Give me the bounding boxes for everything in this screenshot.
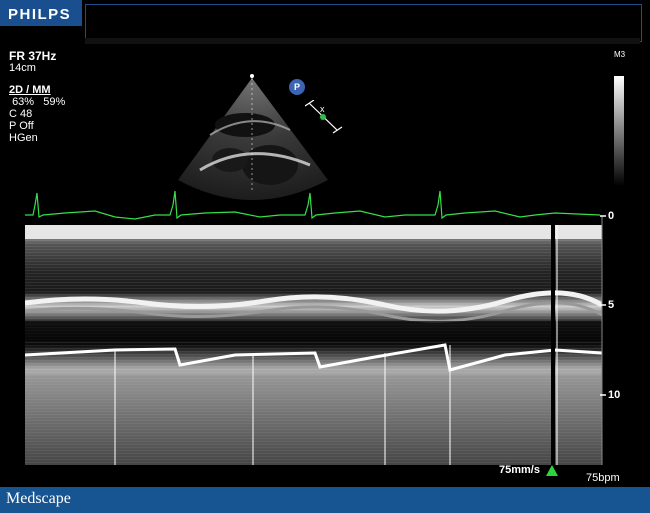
depth-label-10: 10 <box>608 389 621 401</box>
probe-badge: P <box>289 79 305 95</box>
mode: 2D / MM <box>9 84 51 96</box>
depth: 14cm <box>9 62 36 74</box>
svg-text:x: x <box>320 104 325 114</box>
depth-label-0: 0 <box>608 210 615 222</box>
imaging-parameters: FR 37Hz 14cm 2D / MM 63% 59% C 48 P Off … <box>9 50 65 144</box>
depth-label-5: 5 <box>608 299 615 311</box>
ecg-trace <box>25 190 601 220</box>
grayscale-label: M3 <box>614 50 626 59</box>
footer-bar: Medscape <box>0 487 650 513</box>
sweep-marker-icon <box>546 465 558 476</box>
m-mode-strip <box>25 225 602 465</box>
sweep-speed: 75mm/s <box>499 464 540 476</box>
header-bar: PHILPS <box>0 0 650 46</box>
gain-row: 63% 59% <box>9 96 65 108</box>
gain-mm: 59% <box>43 96 66 108</box>
grayscale-bar <box>614 76 624 186</box>
persistence: P Off <box>9 120 34 132</box>
harmonic: HGen <box>9 132 38 144</box>
header-strip <box>85 38 640 44</box>
frame-rate: FR 37Hz <box>9 49 57 63</box>
compression: C 48 <box>9 108 33 120</box>
caliper-icon: x <box>305 100 343 134</box>
heart-rate: 75bpm <box>586 472 620 484</box>
patient-info-redacted <box>85 4 642 42</box>
gain-2d: 63% <box>12 96 35 108</box>
brand-logo: PHILPS <box>8 6 72 23</box>
medscape-logo: Medscape <box>6 490 71 507</box>
depth-scale: 0 5 10 <box>600 210 640 480</box>
